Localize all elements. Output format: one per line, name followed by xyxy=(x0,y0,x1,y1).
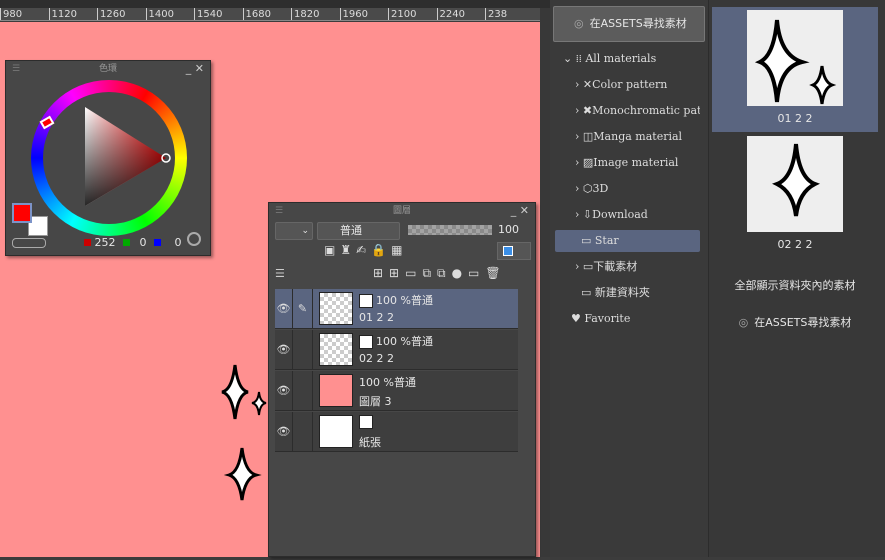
ruler-tick: 1820 xyxy=(291,8,340,20)
tree-item-3d[interactable]: › ⬡3D xyxy=(555,178,700,200)
visibility-eye-icon[interactable]: 👁 xyxy=(275,289,293,329)
visibility-eye-icon[interactable]: 👁 xyxy=(275,412,293,452)
layer-mode: 100 %普通 xyxy=(376,335,433,348)
opacity-slider[interactable] xyxy=(408,225,492,235)
tree-item-favorite[interactable]: ♥ Favorite xyxy=(555,308,700,330)
material-list-panel: 01 2 2 02 2 2 全部顯示資料夾內的素材 ◎ 在ASSETS尋找素材 xyxy=(708,0,885,557)
tree-label: 3D xyxy=(592,182,609,195)
paper-icon xyxy=(359,415,373,429)
layer-thumbnail xyxy=(319,415,353,448)
layer-row[interactable]: 👁 紙張 xyxy=(275,412,518,452)
blend-mode-dropdown[interactable]: 普通 xyxy=(317,222,400,240)
ruler-tick: 1120 xyxy=(48,8,98,20)
find-in-assets-link[interactable]: ◎ 在ASSETS尋找素材 xyxy=(712,306,878,340)
layer-thumbnail xyxy=(319,292,353,325)
tree-label: Monochromatic patt xyxy=(592,104,700,117)
rgb-readout: 252 0 0 xyxy=(84,236,182,249)
layer-name: 圖層 3 xyxy=(359,395,392,408)
tree-item-download[interactable]: › ⇩Download xyxy=(555,204,700,226)
tree-label: Color pattern xyxy=(592,78,668,91)
transparent-color-swatch[interactable] xyxy=(12,238,46,248)
panel-window-controls[interactable]: _ ✕ xyxy=(511,203,529,219)
layer-name: 紙張 xyxy=(359,436,381,449)
layer-name: 02 2 2 xyxy=(359,352,394,365)
find-in-assets-button[interactable]: ◎ 在ASSETS尋找素材 xyxy=(553,6,705,42)
tree-item-manga-material[interactable]: › ◫Manga material xyxy=(555,126,700,148)
top-bar xyxy=(0,0,550,8)
layer-thumbnail xyxy=(319,374,353,407)
opacity-value[interactable]: 100 xyxy=(498,223,519,236)
ruler-tick: 1960 xyxy=(339,8,389,20)
panel-title: 圖層 xyxy=(392,206,411,216)
ruler-tick: 2240 xyxy=(436,8,486,20)
tree-item-color-pattern[interactable]: › ✕Color pattern xyxy=(555,74,700,96)
ruler-tick: 1400 xyxy=(145,8,195,20)
layer-row[interactable]: 👁 ✎ 100 %普通 01 2 2 xyxy=(275,289,518,329)
layer-type-icon xyxy=(359,294,373,308)
main-color-swatch[interactable] xyxy=(12,203,32,223)
canvas-vertical-scrollbar[interactable] xyxy=(540,8,550,557)
layer-panel: ☰ 圖層 _ ✕ ⌄ 普通 100 ▣♜✍🔒▦ ☰ ⊞⊞▭⧉⧉●▭🗑 👁 ✎ 100 … xyxy=(268,202,536,557)
show-all-in-folder-link[interactable]: 全部顯示資料夾內的素材 xyxy=(712,277,878,293)
material-thumbnail xyxy=(747,10,843,106)
ruler-tick: 980 xyxy=(0,8,49,20)
material-tree-panel: ◎ 在ASSETS尋找素材 ⌄ ⁞⁞ All materials › ✕Color… xyxy=(550,0,708,557)
tree-item-downloaded-materials[interactable]: › ▭下載素材 xyxy=(555,256,700,278)
tree-label: Manga material xyxy=(593,130,683,143)
assets-button-label: 在ASSETS尋找素材 xyxy=(589,17,687,30)
ruler-tick: 1540 xyxy=(194,8,243,20)
color-mode-icon[interactable] xyxy=(187,232,201,246)
material-item[interactable]: 02 2 2 xyxy=(712,133,878,258)
horizontal-ruler: 980 1120 1260 1400 1540 1680 1820 1960 2100 2240 2… xyxy=(0,8,540,21)
layer-color-button[interactable] xyxy=(497,242,531,260)
material-thumbnail xyxy=(747,136,843,232)
ruler-tick: 1260 xyxy=(97,8,146,20)
blue-value: 0 xyxy=(174,236,182,249)
layer-list-toggle-icon[interactable]: ☰ xyxy=(275,267,285,280)
layer-thumbnail xyxy=(319,333,353,366)
material-label: 01 2 2 xyxy=(777,112,813,125)
tree-label: 新建資料夾 xyxy=(594,286,650,299)
layer-color-dropdown[interactable]: ⌄ xyxy=(275,222,313,240)
pen-icon: ✎ xyxy=(293,289,313,329)
tree-item-star[interactable]: ▭ Star xyxy=(555,230,700,252)
tree-item-all-materials[interactable]: ⌄ ⁞⁞ All materials xyxy=(555,48,700,70)
tree-label: Image material xyxy=(593,156,679,169)
panel-menu-icon[interactable]: ☰ xyxy=(275,203,283,219)
layer-property-toolbar[interactable]: ▣♜✍🔒▦ xyxy=(324,243,407,257)
ruler-tick: 2100 xyxy=(388,8,437,20)
tree-label: Star xyxy=(594,234,619,247)
tree-item-image-material[interactable]: › ▨Image material xyxy=(555,152,700,174)
ruler-tick: 238 xyxy=(485,8,534,20)
layer-action-toolbar[interactable]: ⊞⊞▭⧉⧉●▭🗑 xyxy=(373,266,507,281)
layer-tool-slot[interactable] xyxy=(293,371,313,411)
assets-icon: ◎ xyxy=(574,17,584,30)
layer-mode: 100 %普通 xyxy=(376,294,433,307)
ruler-tick: 1680 xyxy=(242,8,292,20)
tree-label: 下載素材 xyxy=(593,260,638,273)
tree-label: Favorite xyxy=(584,312,631,325)
material-label: 02 2 2 xyxy=(777,238,813,251)
layer-name: 01 2 2 xyxy=(359,311,394,324)
tree-item-new-folder[interactable]: ▭ 新建資料夾 xyxy=(555,282,700,304)
material-item[interactable]: 01 2 2 xyxy=(712,7,878,132)
layer-row[interactable]: 👁 100 %普通 02 2 2 xyxy=(275,330,518,370)
assets-link-label: 在ASSETS尋找素材 xyxy=(754,316,852,329)
tree-label: Download xyxy=(592,208,648,221)
red-value: 252 xyxy=(94,236,116,249)
assets-icon: ◎ xyxy=(738,316,749,329)
tree-label: All materials xyxy=(585,52,657,65)
visibility-eye-icon[interactable]: 👁 xyxy=(275,330,293,370)
layer-row[interactable]: 👁 100 %普通 圖層 3 xyxy=(275,371,518,411)
layer-tool-slot[interactable] xyxy=(293,412,313,452)
layer-tool-slot[interactable] xyxy=(293,330,313,370)
visibility-eye-icon[interactable]: 👁 xyxy=(275,371,293,411)
blend-mode-value: 普通 xyxy=(340,224,362,237)
tree-item-monochromatic-pattern[interactable]: › ✖Monochromatic patt xyxy=(555,100,700,122)
green-value: 0 xyxy=(139,236,147,249)
color-wheel-panel: ☰ 色環 _ ✕ 252 0 0 xyxy=(5,60,211,256)
layer-type-icon xyxy=(359,335,373,349)
layer-mode: 100 %普通 xyxy=(359,376,416,389)
